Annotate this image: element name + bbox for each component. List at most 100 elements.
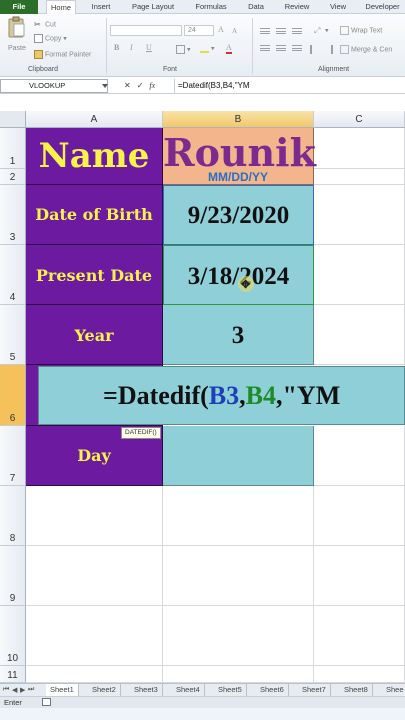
merge-center-button[interactable]: Merge & Cen <box>340 45 392 54</box>
function-tooltip[interactable]: DATEDIF() <box>121 427 161 439</box>
tab-view[interactable]: View <box>324 0 352 14</box>
italic-button[interactable]: I <box>130 43 133 52</box>
formula-input[interactable]: =Datedif(B3,B4,"YM <box>174 79 405 93</box>
row-header-11[interactable]: 11 <box>0 666 26 683</box>
format-painter-button[interactable]: Format Painter <box>34 50 91 59</box>
cell-c10[interactable] <box>314 606 405 666</box>
orientation-button[interactable]: ⤢ ▾ <box>314 26 329 35</box>
grow-font-button[interactable]: A <box>218 25 224 34</box>
paste-button[interactable] <box>6 16 28 42</box>
row-header-7[interactable]: 7 <box>0 426 26 486</box>
cell-b11[interactable] <box>163 666 314 683</box>
tab-developer[interactable]: Developer <box>360 0 405 14</box>
row-header-9[interactable]: 9 <box>0 546 26 606</box>
sheet-tab-3[interactable]: Sheet3 <box>130 684 163 696</box>
cell-b7[interactable] <box>163 426 314 486</box>
cell-b1[interactable]: Rounik MM/DD/YY <box>163 128 316 185</box>
cell-b10[interactable] <box>163 606 314 666</box>
underline-button[interactable]: U <box>146 43 152 52</box>
align-right-button[interactable] <box>292 45 302 53</box>
cell-a10[interactable] <box>26 606 163 666</box>
row-header-2[interactable]: 2 <box>0 169 26 185</box>
sheet-tab-4[interactable]: Sheet4 <box>172 684 205 696</box>
prev-sheet-icon[interactable]: ◀ <box>12 686 17 694</box>
cell-b4[interactable]: 3/18/2024 <box>163 245 314 305</box>
tab-page-layout[interactable]: Page Layout <box>126 0 180 14</box>
cut-button[interactable]: ✂ Cut <box>34 20 56 29</box>
bold-button[interactable]: B <box>114 43 119 52</box>
cell-c9[interactable] <box>314 546 405 606</box>
increase-indent-button[interactable] <box>324 45 335 54</box>
cell-b8[interactable] <box>163 486 314 546</box>
row-header-1[interactable]: 1 <box>0 128 26 169</box>
cell-a8[interactable] <box>26 486 163 546</box>
cell-a9[interactable] <box>26 546 163 606</box>
tab-insert[interactable]: Insert <box>86 0 116 14</box>
cell-c1[interactable] <box>314 128 405 169</box>
row-header-3[interactable]: 3 <box>0 185 26 245</box>
cell-c11[interactable] <box>314 666 405 683</box>
person-name-value: Rounik <box>163 130 316 175</box>
fill-color-button[interactable]: ▾ <box>200 44 215 53</box>
sheet-tab-2[interactable]: Sheet2 <box>88 684 121 696</box>
font-size-box[interactable]: 24 <box>184 25 214 36</box>
cell-a5[interactable]: Year <box>26 305 163 365</box>
align-top-button[interactable] <box>260 28 270 36</box>
cell-a1[interactable]: Name <box>26 128 163 185</box>
sheet-tab-5[interactable]: Sheet5 <box>214 684 247 696</box>
sheet-tab-8[interactable]: Sheet8 <box>340 684 373 696</box>
name-box[interactable]: VLOOKUP <box>0 79 108 93</box>
font-name-box[interactable] <box>110 25 182 36</box>
tab-file[interactable]: File <box>0 0 38 14</box>
cell-c8[interactable] <box>314 486 405 546</box>
cancel-icon[interactable]: ✕ <box>124 81 131 90</box>
row-header-4[interactable]: 4 <box>0 245 26 305</box>
last-sheet-icon[interactable]: ⏭ <box>28 686 34 694</box>
cell-c7[interactable] <box>314 426 405 486</box>
font-color-button[interactable]: A <box>226 43 232 54</box>
first-sheet-icon[interactable]: ⏮ <box>3 686 9 694</box>
cell-a3[interactable]: Date of Birth <box>26 185 163 245</box>
sheet-tab-1[interactable]: Sheet1 <box>46 684 79 696</box>
row-header-10[interactable]: 10 <box>0 606 26 666</box>
tab-data[interactable]: Data <box>242 0 270 14</box>
confirm-icon[interactable]: ✓ <box>137 81 144 90</box>
align-bottom-button[interactable] <box>292 28 302 36</box>
cell-b3[interactable]: 9/23/2020 <box>163 185 314 245</box>
sheet-tab-7[interactable]: Sheet7 <box>298 684 331 696</box>
cell-edit-box[interactable]: =Datedif(B3,B4,"YM <box>38 366 405 425</box>
align-center-button[interactable] <box>276 45 286 53</box>
row-header-8[interactable]: 8 <box>0 486 26 546</box>
decrease-indent-button[interactable] <box>310 45 321 54</box>
sheet-tab-9[interactable]: Shee <box>382 684 405 696</box>
macro-record-icon[interactable] <box>42 698 51 706</box>
insert-function-icon[interactable]: fx <box>149 81 155 90</box>
cell-c2[interactable] <box>314 169 405 185</box>
column-header-c[interactable]: C <box>314 111 405 128</box>
borders-button[interactable]: ▾ <box>176 45 191 54</box>
wrap-text-button[interactable]: Wrap Text <box>340 26 382 35</box>
tab-review[interactable]: Review <box>280 0 314 14</box>
column-header-b[interactable]: B <box>163 111 314 128</box>
cell-c4[interactable] <box>314 245 405 305</box>
cell-c3[interactable] <box>314 185 405 245</box>
align-middle-button[interactable] <box>276 28 286 36</box>
select-all-corner[interactable] <box>0 111 26 128</box>
cell-a11[interactable] <box>26 666 163 683</box>
align-left-button[interactable] <box>260 45 270 53</box>
copy-button[interactable]: Copy ▾ <box>34 34 67 43</box>
cell-b5[interactable]: 3 <box>163 305 314 365</box>
cell-cursor-icon: ✥ <box>241 279 251 291</box>
tab-formulas[interactable]: Formulas <box>190 0 232 14</box>
cell-a4[interactable]: Present Date <box>26 245 163 305</box>
sheet-tab-6[interactable]: Sheet6 <box>256 684 289 696</box>
row-header-5[interactable]: 5 <box>0 305 26 365</box>
chevron-down-icon[interactable] <box>102 84 108 88</box>
next-sheet-icon[interactable]: ▶ <box>20 686 25 694</box>
cell-c5[interactable] <box>314 305 405 365</box>
shrink-font-button[interactable]: A <box>232 27 237 35</box>
column-header-a[interactable]: A <box>26 111 163 128</box>
tab-home[interactable]: Home <box>46 0 76 15</box>
cell-b9[interactable] <box>163 546 314 606</box>
row-header-6[interactable]: 6 <box>0 365 26 426</box>
